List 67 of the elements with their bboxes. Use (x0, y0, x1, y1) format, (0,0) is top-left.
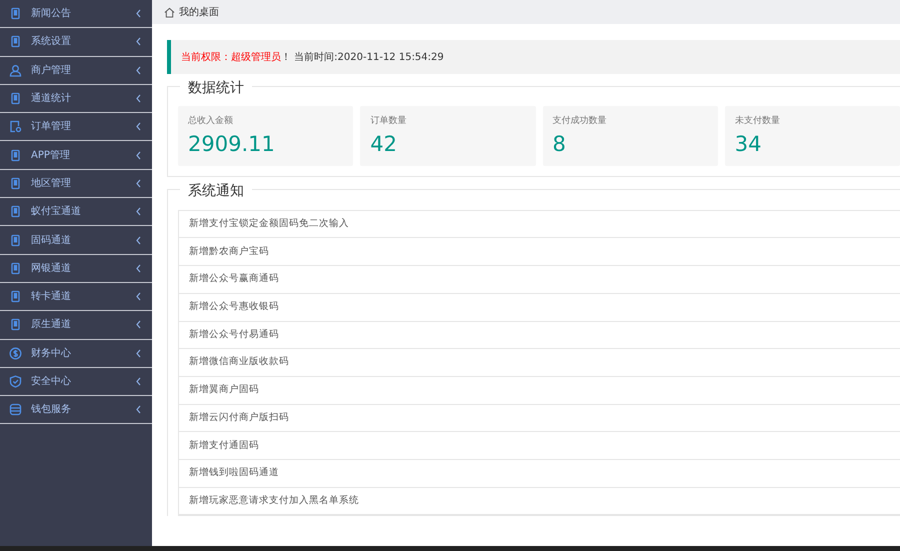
chevron-icon (135, 122, 142, 132)
sidebar-item[interactable]: 新闻公告 (0, 0, 152, 28)
breadcrumb-text[interactable]: 我的桌面 (179, 4, 219, 20)
notice-item[interactable]: 新增支付宝锁定金额固码免二次输入 (179, 210, 900, 238)
sidebar-item[interactable]: 网银通道 (0, 254, 152, 283)
notice-item[interactable]: 新增微信商业版收款码 (179, 349, 900, 377)
sidebar-item[interactable]: 财务中心 (0, 340, 152, 368)
phone-icon (9, 148, 22, 162)
phone-icon (9, 318, 22, 332)
sidebar-item[interactable]: 钱包服务 (0, 396, 152, 424)
notice-text: 当前权限：超级管理员！ 当前时间:2020-11-12 15:54:29 (181, 50, 444, 64)
stat-label: 未支付数量 (734, 115, 781, 128)
notice-item[interactable]: 新增玩家恶意请求支付加入黑名单系统 (179, 488, 900, 516)
notice-item[interactable]: 新增支付通固码 (179, 432, 900, 460)
stat-value: 34 (734, 130, 762, 158)
chevron-icon (135, 292, 142, 302)
sidebar-item[interactable]: 系统设置 (0, 28, 152, 57)
user-icon (9, 64, 22, 77)
chevron-icon (135, 178, 142, 188)
notice-item[interactable]: 新增公众号付易通码 (179, 322, 900, 350)
notice-item[interactable]: 新增钱到啦固码通道 (179, 460, 900, 488)
sidebar-item[interactable]: 地区管理 (0, 170, 152, 198)
chevron-icon (135, 37, 142, 46)
phone-icon (9, 176, 22, 190)
stat-value: 2909.11 (188, 130, 276, 158)
sidebar-item[interactable]: 商户管理 (0, 56, 152, 85)
sidebar-item[interactable]: 通道统计 (0, 84, 152, 114)
stat-label: 支付成功数量 (552, 115, 608, 128)
stat-label: 订单数量 (370, 115, 408, 128)
sidebar-item[interactable]: 固码通道 (0, 226, 152, 255)
chevron-icon (135, 9, 142, 18)
phone-icon (9, 7, 22, 20)
stat-value: 42 (370, 130, 398, 158)
sidebar-item[interactable]: APP管理 (0, 141, 152, 170)
sidebar-item[interactable]: 原生通道 (0, 311, 152, 340)
chevron-icon (135, 94, 142, 104)
document-icon (9, 120, 22, 134)
phone-icon (9, 290, 22, 304)
phone-icon (9, 262, 22, 275)
notice-item[interactable]: 新增黔农商户宝码 (179, 238, 900, 266)
notice-item[interactable]: 新增公众号惠收银码 (179, 294, 900, 322)
database-icon (9, 403, 22, 416)
stat-value: 8 (552, 130, 567, 158)
sidebar-item[interactable]: 安全中心 (0, 368, 152, 396)
notice-item[interactable]: 新增公众号赢商通码 (179, 266, 900, 294)
notice-item[interactable]: 新增翼商户固码 (179, 376, 900, 405)
chevron-icon (135, 150, 142, 160)
chevron-icon (135, 264, 142, 273)
sidebar-item[interactable]: 蚁付宝通道 (0, 198, 152, 226)
dollar-icon (9, 346, 22, 360)
chevron-icon (135, 66, 142, 75)
sidebar-item[interactable]: 订单管理 (0, 113, 152, 142)
chevron-icon (135, 377, 142, 386)
phone-icon (9, 92, 22, 106)
stat-label: 总收入金额 (188, 115, 234, 128)
phone-icon (9, 234, 22, 247)
shield-icon (9, 375, 22, 388)
chevron-icon (135, 348, 142, 358)
sidebar-item[interactable]: 转卡通道 (0, 282, 152, 312)
chevron-icon (135, 236, 142, 245)
chevron-icon (135, 207, 142, 216)
chevron-icon (135, 405, 142, 414)
phone-icon (9, 205, 22, 218)
home-icon (164, 6, 175, 18)
notice-item[interactable]: 新增云闪付商户版扫码 (179, 404, 900, 432)
phone-icon (9, 35, 22, 48)
chevron-icon (135, 320, 142, 330)
